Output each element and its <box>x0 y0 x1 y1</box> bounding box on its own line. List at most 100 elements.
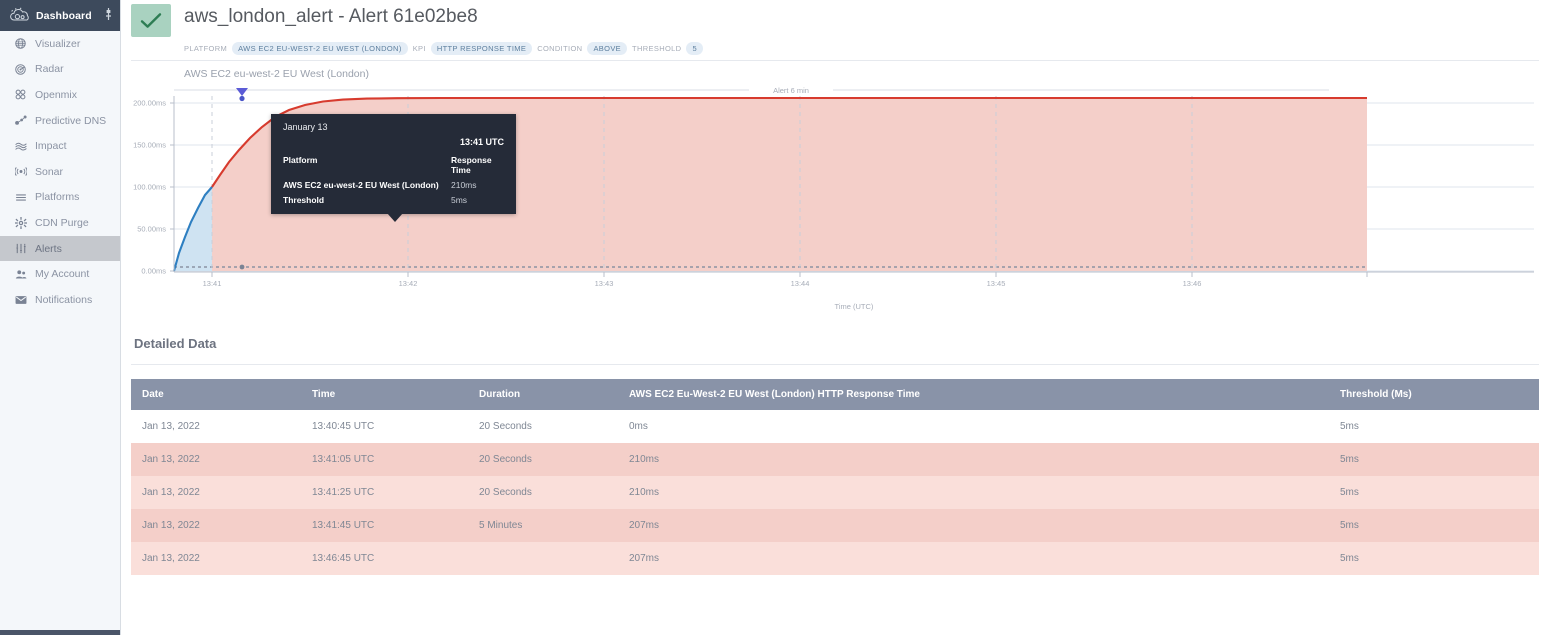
sidebar-header[interactable]: Dashboard <box>0 0 120 31</box>
alert-header: aws_london_alert - Alert 61e02be8 <box>121 0 1549 37</box>
tooltip-header-response-time: Response Time <box>451 155 492 175</box>
svg-text:13:41: 13:41 <box>203 279 222 288</box>
green-check-icon <box>131 4 171 37</box>
cell-date: Jan 13, 2022 <box>142 553 200 564</box>
cell-date: Jan 13, 2022 <box>142 487 200 498</box>
tooltip-header-row: Platform Response Time <box>283 155 504 175</box>
cell-time: 13:41:25 UTC <box>312 487 375 498</box>
app-root: Dashboard Visualizer Radar Openmix Predi… <box>0 0 1549 635</box>
cell-date: Jan 13, 2022 <box>142 520 200 531</box>
table-row[interactable]: Jan 13, 2022 13:40:45 UTC 20 Seconds 0ms… <box>131 410 1539 443</box>
sidebar-item-label: Alerts <box>35 242 62 255</box>
detailed-data-divider <box>131 364 1539 365</box>
cell-date: Jan 13, 2022 <box>142 421 200 432</box>
svg-text:0.00ms: 0.00ms <box>141 267 166 276</box>
table-row[interactable]: Jan 13, 2022 13:41:25 UTC 20 Seconds 210… <box>131 476 1539 509</box>
chart-tooltip: January 13 13:41 UTC Platform Response T… <box>271 114 516 222</box>
badge-value-kpi: HTTP RESPONSE TIME <box>430 41 533 55</box>
sidebar-item-predictive-dns[interactable]: Predictive DNS <box>0 108 120 134</box>
column-header-time[interactable]: Time <box>301 379 468 410</box>
cell-response-time: 207ms <box>629 520 660 531</box>
tooltip-time-row: 13:41 UTC <box>283 132 504 147</box>
list-lines-icon <box>12 192 29 203</box>
sidebar-item-notifications[interactable]: Notifications <box>0 287 120 313</box>
sidebar-item-platforms[interactable]: Platforms <box>0 185 120 211</box>
detailed-data-title: Detailed Data <box>134 336 217 351</box>
sidebar-item-sonar[interactable]: Sonar <box>0 159 120 185</box>
cell-response-time: 210ms <box>629 487 660 498</box>
cell-duration: 20 Seconds <box>479 487 532 498</box>
sidebar-horizontal-scrollbar[interactable] <box>0 630 120 635</box>
header-divider <box>131 60 1539 61</box>
badge-key-platform: PLATFORM <box>184 43 228 53</box>
cell-threshold: 5ms <box>1340 421 1359 432</box>
svg-text:13:46: 13:46 <box>1183 279 1202 288</box>
svg-text:13:44: 13:44 <box>791 279 810 288</box>
svg-text:13:42: 13:42 <box>399 279 418 288</box>
globe-icon <box>12 38 29 50</box>
chart-hover-marker <box>236 88 248 102</box>
svg-text:13:43: 13:43 <box>595 279 614 288</box>
alert-badges: PLATFORM AWS EC2 EU-WEST-2 EU WEST (LOND… <box>121 41 1549 55</box>
column-header-date[interactable]: Date <box>131 379 301 410</box>
svg-text:100.00ms: 100.00ms <box>133 183 166 192</box>
tooltip-row: Threshold 5ms <box>283 195 504 205</box>
tooltip-header-platform: Platform <box>283 155 318 165</box>
sidebar: Dashboard Visualizer Radar Openmix Predi… <box>0 0 121 635</box>
sidebar-item-label: Platforms <box>35 191 80 204</box>
cell-threshold: 5ms <box>1340 454 1359 465</box>
chart-x-tick-labels: 13:41 13:42 13:43 13:44 13:45 13:46 <box>203 279 1202 288</box>
people-icon <box>12 269 29 280</box>
sidebar-item-alerts[interactable]: Alerts <box>0 235 120 262</box>
table-header-row: Date Time Duration AWS EC2 Eu-West-2 EU … <box>131 379 1539 410</box>
pin-icon[interactable] <box>105 8 112 23</box>
sidebar-item-visualizer[interactable]: Visualizer <box>0 31 120 57</box>
table-body: Jan 13, 2022 13:40:45 UTC 20 Seconds 0ms… <box>131 410 1539 575</box>
sidebar-item-openmix[interactable]: Openmix <box>0 82 120 108</box>
sidebar-item-label: Visualizer <box>35 37 81 50</box>
tooltip-date: January 13 <box>283 122 328 132</box>
radar-icon <box>12 64 29 75</box>
cell-threshold: 5ms <box>1340 520 1359 531</box>
chart-y-tick-labels: 200.00ms 150.00ms 100.00ms 50.00ms 0.00m… <box>133 99 166 276</box>
badge-key-threshold: THRESHOLD <box>632 43 682 53</box>
cell-time: 13:41:05 UTC <box>312 454 375 465</box>
waves-icon <box>12 141 29 152</box>
alert-subtitle: AWS EC2 eu-west-2 EU West (London) <box>184 68 369 80</box>
sidebar-item-label: Openmix <box>35 88 78 101</box>
nodes-icon <box>12 115 29 126</box>
response-time-chart[interactable]: Alert 6 min 200.00ms 150.00ms 100.00ms 5… <box>121 82 1549 330</box>
sidebar-item-label: Impact <box>35 140 67 153</box>
sidebar-item-my-account[interactable]: My Account <box>0 261 120 287</box>
cell-response-time: 210ms <box>629 454 660 465</box>
tooltip-threshold-value: 5ms <box>451 195 468 205</box>
badge-key-kpi: KPI <box>412 43 426 53</box>
detailed-data-section: Detailed Data Date Time Duration AWS EC2… <box>121 336 1549 575</box>
column-header-response-time[interactable]: AWS EC2 Eu-West-2 EU West (London) HTTP … <box>618 379 1329 410</box>
main-content: aws_london_alert - Alert 61e02be8 PLATFO… <box>121 0 1549 635</box>
sidebar-item-impact[interactable]: Impact <box>0 133 120 159</box>
cell-time: 13:41:45 UTC <box>312 520 375 531</box>
tooltip-row: AWS EC2 eu-west-2 EU West (London) 210ms <box>283 180 504 190</box>
cell-response-time: 207ms <box>629 553 660 564</box>
cell-duration: 20 Seconds <box>479 421 532 432</box>
table-row[interactable]: Jan 13, 2022 13:41:05 UTC 20 Seconds 210… <box>131 443 1539 476</box>
svg-text:200.00ms: 200.00ms <box>133 99 166 108</box>
table-row[interactable]: Jan 13, 2022 13:46:45 UTC 207ms 5ms <box>131 542 1539 575</box>
column-header-threshold[interactable]: Threshold (Ms) <box>1329 379 1539 410</box>
column-header-duration[interactable]: Duration <box>468 379 618 410</box>
cell-response-time: 0ms <box>629 421 648 432</box>
table-head: Date Time Duration AWS EC2 Eu-West-2 EU … <box>131 379 1539 410</box>
badge-value-platform: AWS EC2 EU-WEST-2 EU WEST (LONDON) <box>232 41 408 55</box>
envelope-icon <box>12 295 29 305</box>
sidebar-item-radar[interactable]: Radar <box>0 57 120 83</box>
tooltip-platform-label: AWS EC2 eu-west-2 EU West (London) <box>283 180 439 190</box>
sonar-icon <box>12 166 29 177</box>
table-row[interactable]: Jan 13, 2022 13:41:45 UTC 5 Minutes 207m… <box>131 509 1539 542</box>
cell-duration: 5 Minutes <box>479 520 523 531</box>
badge-value-condition: ABOVE <box>587 41 628 55</box>
sidebar-item-label: My Account <box>35 268 90 281</box>
sidebar-item-cdn-purge[interactable]: CDN Purge <box>0 210 120 236</box>
sidebar-item-label: Radar <box>35 63 64 76</box>
sidebar-header-title: Dashboard <box>36 9 92 22</box>
